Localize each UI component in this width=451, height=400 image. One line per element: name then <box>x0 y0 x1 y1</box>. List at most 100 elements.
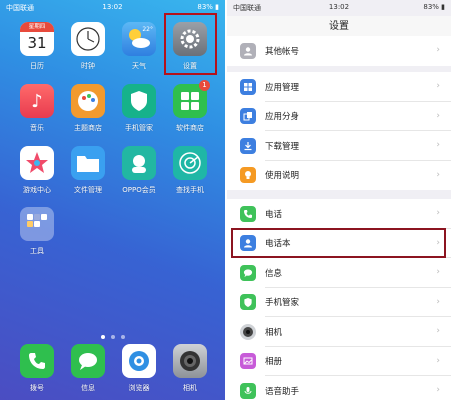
settings-row-label: 其他帐号 <box>265 46 300 57</box>
settings-row-voice-assistant[interactable]: 语音助手 › <box>227 376 451 400</box>
app-label: 游戏中心 <box>23 186 51 194</box>
phone-icon <box>20 344 54 378</box>
folder-icon <box>71 146 105 180</box>
app-label: 时钟 <box>81 62 95 70</box>
weather-temp: 22° <box>142 26 153 33</box>
weather-icon: 22° <box>122 22 156 56</box>
page-indicator <box>0 324 225 343</box>
browser-icon <box>122 344 156 378</box>
dock-browser[interactable]: 浏览器 <box>116 344 162 393</box>
app-theme-store[interactable]: 主题商店 <box>65 84 111 133</box>
app-label: 音乐 <box>30 124 44 132</box>
notification-badge: 1 <box>199 80 210 91</box>
settings-row-label: 应用分身 <box>265 112 300 123</box>
folder-tools[interactable]: 工具 <box>14 207 60 256</box>
camera-icon <box>240 323 256 340</box>
account-icon <box>240 42 256 59</box>
radar-icon <box>173 146 207 180</box>
member-icon <box>122 146 156 180</box>
chevron-right-icon: › <box>436 296 440 307</box>
app-clock[interactable]: 时钟 <box>65 22 111 71</box>
status-time: 13:02 <box>102 3 123 11</box>
app-clone-icon <box>240 108 256 125</box>
battery-percent: 83% <box>423 3 439 11</box>
status-time: 13:02 <box>328 3 350 11</box>
app-label: 相机 <box>183 384 197 392</box>
app-label: 主题商店 <box>74 124 102 132</box>
settings-row-label: 相册 <box>265 357 283 368</box>
app-label: OPPO会员 <box>122 186 156 194</box>
bulb-icon <box>240 167 256 184</box>
voice-icon <box>240 382 256 399</box>
app-label: 浏览器 <box>128 384 150 392</box>
chevron-right-icon: › <box>436 110 440 121</box>
settings-row-label: 信息 <box>265 268 283 279</box>
folder-tools-icon <box>20 207 54 241</box>
settings-highlight-box <box>164 13 217 75</box>
chevron-right-icon: › <box>436 208 440 218</box>
app-find-phone[interactable]: 查找手机 <box>167 146 213 195</box>
page-dot <box>120 335 125 339</box>
settings-row-label: 使用说明 <box>265 171 300 182</box>
dock-messages[interactable]: 信息 <box>65 344 111 393</box>
camera-icon <box>173 344 207 378</box>
contacts-highlight-box <box>231 228 446 258</box>
battery-indicator: 83% ▮ <box>197 3 219 11</box>
gallery-icon <box>240 353 256 370</box>
settings-screen: 中国联通 13:02 83% ▮ 设置 其他帐号 › 应用管理 › 应用分身 ›… <box>227 0 451 400</box>
chevron-right-icon: › <box>436 326 440 336</box>
download-icon <box>240 137 256 154</box>
settings-row-app-clone[interactable]: 应用分身 › <box>227 102 451 131</box>
phone-icon <box>240 205 256 222</box>
app-label: 文件管理 <box>74 186 102 194</box>
app-file-manager[interactable]: 文件管理 <box>65 146 111 195</box>
calendar-icon: 星期四 31 <box>20 22 54 56</box>
settings-row-app-management[interactable]: 应用管理 › <box>227 72 451 102</box>
calendar-day: 31 <box>27 34 47 52</box>
app-label: 工具 <box>30 247 44 255</box>
dock-dialer[interactable]: 拨号 <box>14 344 60 393</box>
chevron-right-icon: › <box>436 267 440 277</box>
settings-row-messages[interactable]: 信息 › <box>227 258 451 288</box>
message-icon <box>240 264 256 281</box>
app-music[interactable]: ♪ 音乐 <box>14 84 60 133</box>
app-label: 信息 <box>81 384 95 392</box>
settings-group-accounts: 其他帐号 › <box>227 36 451 66</box>
settings-row-instructions[interactable]: 使用说明 › <box>227 161 451 191</box>
palette-icon <box>71 84 105 118</box>
page-dot <box>110 335 115 339</box>
app-manage-icon <box>240 78 256 95</box>
app-label: 查找手机 <box>176 186 204 194</box>
calendar-weekday: 星期四 <box>20 22 54 32</box>
battery-indicator: 83% ▮ <box>423 3 445 11</box>
app-calendar[interactable]: 星期四 31 日历 <box>14 22 60 71</box>
app-oppo-member[interactable]: OPPO会员 <box>116 146 162 195</box>
app-game-center[interactable]: 游戏中心 <box>14 146 60 195</box>
app-label: 天气 <box>132 62 146 70</box>
settings-row-camera[interactable]: 相机 › <box>227 317 451 347</box>
settings-row-label: 语音助手 <box>265 386 300 397</box>
settings-row-phone[interactable]: 电话 › <box>227 199 451 229</box>
app-label: 软件商店 <box>176 124 204 132</box>
settings-row-label: 相机 <box>265 327 283 338</box>
message-icon <box>71 344 105 378</box>
status-bar: 中国联通 13:02 83% ▮ <box>227 0 451 16</box>
app-label: 手机管家 <box>125 124 153 132</box>
settings-row-gallery[interactable]: 相册 › <box>227 347 451 376</box>
chevron-right-icon: › <box>436 45 440 55</box>
chevron-right-icon: › <box>436 169 440 180</box>
settings-row-download-management[interactable]: 下载管理 › <box>227 131 451 161</box>
shield-icon <box>240 294 256 311</box>
page-title: 设置 <box>227 16 451 38</box>
chevron-right-icon: › <box>436 355 440 366</box>
app-weather[interactable]: 22° 天气 <box>116 22 162 71</box>
app-software-store[interactable]: 1 软件商店 <box>167 80 213 133</box>
settings-row-other-accounts[interactable]: 其他帐号 › <box>227 36 451 66</box>
clock-icon <box>71 22 105 56</box>
chevron-right-icon: › <box>436 140 440 150</box>
settings-row-label: 电话 <box>265 209 283 220</box>
dock-camera[interactable]: 相机 <box>167 344 213 393</box>
app-phone-manager[interactable]: 手机管家 <box>116 84 162 133</box>
settings-row-label: 应用管理 <box>265 82 300 93</box>
settings-row-phone-manager[interactable]: 手机管家 › <box>227 288 451 317</box>
